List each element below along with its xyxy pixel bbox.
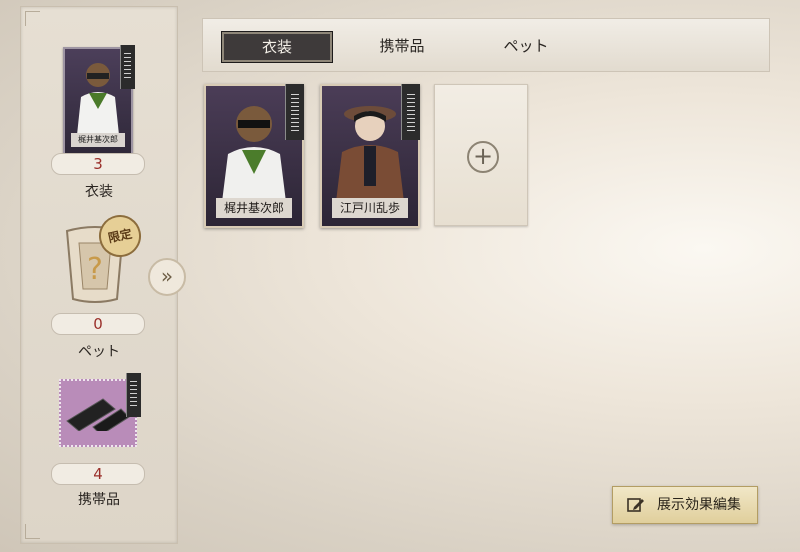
tab-handheld-item[interactable]: 携帯品 bbox=[347, 31, 457, 61]
tab-pet[interactable]: ペット bbox=[471, 31, 581, 61]
tab-costume[interactable]: 衣装 bbox=[221, 31, 333, 63]
svg-text:?: ? bbox=[87, 252, 103, 287]
corner-ornament bbox=[25, 524, 40, 539]
flip-phone-icon bbox=[66, 398, 130, 431]
card-name: 梶井基次郎 bbox=[216, 198, 292, 218]
edit-icon bbox=[627, 498, 644, 512]
costume-count: 3 bbox=[51, 153, 145, 175]
corner-ornament bbox=[25, 11, 40, 26]
expand-panel-button[interactable]: » bbox=[148, 258, 186, 296]
tag-ribbon bbox=[120, 45, 135, 89]
pet-label: ペット bbox=[78, 344, 120, 360]
item-label: 携帯品 bbox=[78, 492, 120, 508]
costume-card-kajii[interactable]: 梶井基次郎 bbox=[204, 84, 304, 228]
tag-ribbon bbox=[401, 84, 420, 140]
costume-preview-card[interactable]: 梶井基次郎 bbox=[63, 45, 135, 155]
pet-count: 0 bbox=[51, 313, 145, 335]
add-costume-slot[interactable]: + bbox=[434, 84, 528, 226]
tag-ribbon bbox=[126, 373, 141, 417]
costume-preview-name: 梶井基次郎 bbox=[71, 133, 125, 147]
edit-display-effect-label: 展示効果編集 bbox=[657, 497, 741, 513]
costume-label: 衣装 bbox=[85, 184, 113, 200]
edit-display-effect-button[interactable]: 展示効果編集 bbox=[612, 486, 758, 524]
item-stamp[interactable] bbox=[59, 373, 141, 447]
category-tab-bar: 衣装 携帯品 ペット bbox=[202, 18, 770, 72]
item-count: 4 bbox=[51, 463, 145, 485]
card-name: 江戸川乱歩 bbox=[332, 198, 408, 218]
tag-ribbon bbox=[285, 84, 304, 140]
plus-icon: + bbox=[467, 141, 499, 173]
double-chevron-right-icon: » bbox=[160, 264, 174, 288]
costume-card-edogawa[interactable]: 江戸川乱歩 bbox=[320, 84, 420, 228]
